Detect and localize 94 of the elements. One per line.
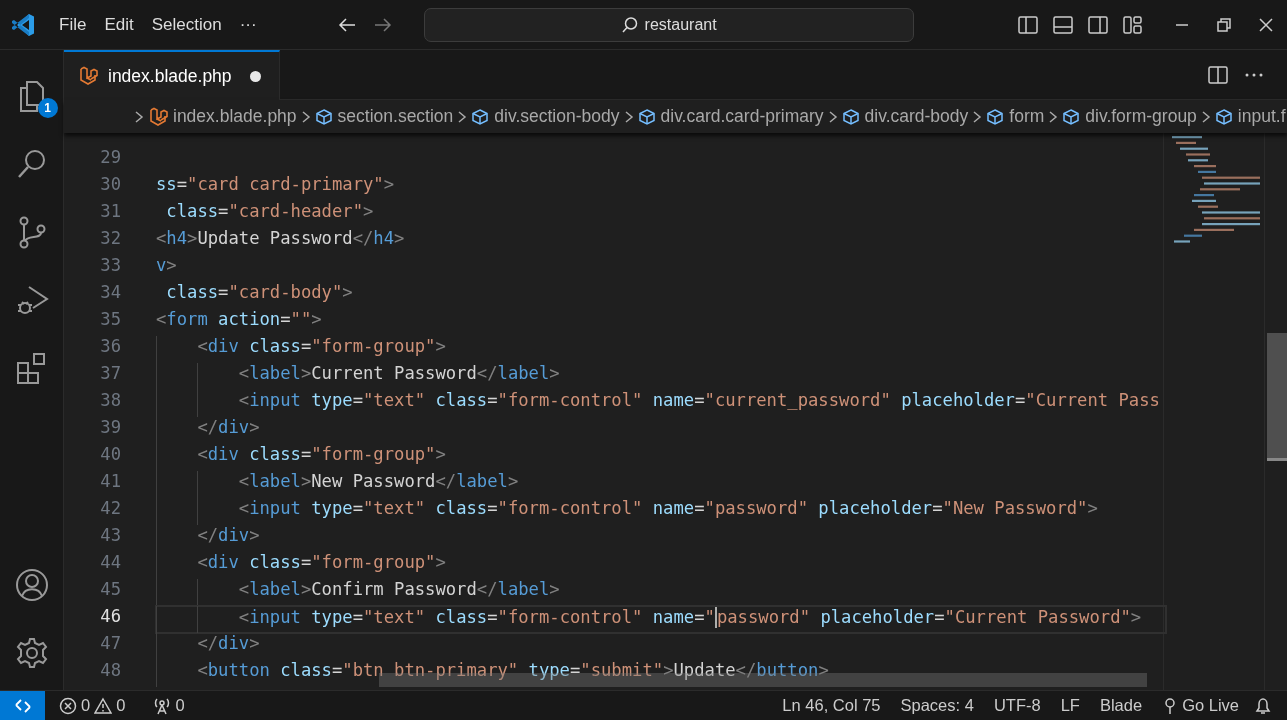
encoding[interactable]: UTF-8 xyxy=(987,696,1047,715)
menu-item[interactable]: Selection xyxy=(142,10,231,39)
scrollbar-thumb[interactable] xyxy=(1267,333,1287,458)
go-live-button[interactable]: Go Live xyxy=(1156,696,1245,715)
code-line: class="card-body"> xyxy=(165,282,354,304)
line-number: 38 xyxy=(99,390,121,412)
breadcrumb-item[interactable]: index.blade.php xyxy=(148,106,297,127)
settings-icon[interactable] xyxy=(14,636,49,670)
cube-icon xyxy=(1214,107,1233,126)
line-number: 34 xyxy=(99,282,121,304)
remote-button[interactable] xyxy=(0,690,45,720)
breadcrumb-item[interactable]: div.section-body xyxy=(471,106,620,127)
code-line: v> xyxy=(156,255,178,277)
line-number: 41 xyxy=(99,471,121,493)
editor-tab[interactable]: index.blade.php xyxy=(64,50,280,100)
file-type-icon xyxy=(78,66,98,86)
chevron-right-icon xyxy=(1048,109,1059,124)
close-icon[interactable] xyxy=(1257,15,1275,34)
warning-icon xyxy=(94,696,113,715)
cube-icon xyxy=(1062,107,1081,126)
code-line: <label>New Password</label> xyxy=(156,471,1166,498)
cursor-position[interactable]: Ln 46, Col 75 xyxy=(776,696,887,715)
code-line: </div> xyxy=(156,417,1166,444)
split-editor-icon[interactable] xyxy=(1207,63,1229,86)
code-line: <label>Confirm Password</label> xyxy=(156,579,1166,606)
breadcrumb-item[interactable]: div.card.card-primary xyxy=(637,106,824,127)
line-number: 46 xyxy=(99,606,121,628)
line-number: 47 xyxy=(99,633,121,655)
problems-indicator[interactable]: 0 0 xyxy=(53,696,132,715)
code-line: <div class="form-group"> xyxy=(156,444,1166,471)
line-number: 43 xyxy=(99,525,121,547)
file-type-icon xyxy=(148,106,168,127)
chevron-right-icon xyxy=(1200,109,1211,124)
code-line: <div class="form-group"> xyxy=(156,552,1166,579)
code-line: <h4>Update Password</h4> xyxy=(156,228,406,250)
notification-badge: 1 xyxy=(37,98,58,118)
chevron-right-icon xyxy=(300,109,311,124)
indentation[interactable]: Spaces: 4 xyxy=(894,696,980,715)
code-line: <input type="text" class="form-control" name="password" placeholder="Current Password"> xyxy=(156,606,1166,633)
toggle-secondary-sidebar-icon[interactable] xyxy=(1087,13,1109,36)
command-center-search[interactable]: restaurant xyxy=(423,7,914,42)
code-line: <form action=""> xyxy=(156,309,323,331)
line-number: 36 xyxy=(99,336,121,358)
line-number: 39 xyxy=(99,417,121,439)
code-line: <div class="form-group"> xyxy=(156,336,1166,363)
toggle-sidebar-icon[interactable] xyxy=(1017,13,1039,36)
line-number: 45 xyxy=(99,579,121,601)
chevron-right-icon xyxy=(972,109,983,124)
language-mode[interactable]: Blade xyxy=(1093,696,1149,715)
restore-icon[interactable] xyxy=(1215,15,1233,34)
line-number: 42 xyxy=(99,498,121,520)
menu-item[interactable]: ··· xyxy=(230,10,266,39)
error-icon xyxy=(59,696,77,715)
cube-icon xyxy=(314,107,333,126)
ports-indicator[interactable]: 0 xyxy=(147,696,191,715)
cube-icon xyxy=(986,107,1005,126)
code-line: <label>Current Password</label> xyxy=(156,363,1166,390)
code-line: </div> xyxy=(156,525,1166,552)
breadcrumb-item[interactable]: input.f xyxy=(1214,106,1286,127)
breadcrumb-item[interactable]: form xyxy=(986,106,1045,127)
code-line: class="card-header"> xyxy=(165,201,375,223)
chevron-right-icon xyxy=(623,109,634,124)
line-number: 32 xyxy=(99,228,121,250)
line-number: 48 xyxy=(99,660,121,682)
account-icon[interactable] xyxy=(14,568,49,602)
cube-icon xyxy=(841,107,860,126)
cube-icon xyxy=(471,107,490,126)
chevron-right-icon xyxy=(827,109,838,124)
bell-icon[interactable] xyxy=(1253,695,1273,716)
line-ending[interactable]: LF xyxy=(1054,696,1086,715)
app-logo-icon xyxy=(10,11,36,38)
cube-icon xyxy=(637,107,656,126)
code-line: </div> xyxy=(156,633,1166,660)
line-number: 29 xyxy=(99,147,121,169)
breadcrumb-item[interactable]: section.section xyxy=(314,106,454,127)
search-icon xyxy=(620,15,639,34)
menu-item[interactable]: File xyxy=(50,10,96,39)
breadcrumb-item[interactable]: div.card-body xyxy=(841,106,969,127)
chevron-right-icon xyxy=(457,109,468,124)
code-line: ss="card card-primary"> xyxy=(156,174,396,196)
line-number: 30 xyxy=(99,174,121,196)
line-number: 44 xyxy=(99,552,121,574)
layout-icon[interactable] xyxy=(1122,13,1144,36)
toggle-panel-icon[interactable] xyxy=(1052,13,1074,36)
line-number: 35 xyxy=(99,309,121,331)
line-number: 40 xyxy=(99,444,121,466)
code-line: <input type="text" class="form-control" name="current_password" placeholder="Current Pass xyxy=(156,390,1166,417)
code-line: <input type="text" class="form-control" name="password" placeholder="New Password"> xyxy=(156,498,1166,525)
line-number: 33 xyxy=(99,255,121,277)
menu-item[interactable]: Edit xyxy=(95,10,143,39)
chevron-right-icon xyxy=(134,109,144,124)
line-number: 37 xyxy=(99,363,121,385)
breadcrumb-item[interactable]: div.form-group xyxy=(1062,106,1197,127)
line-number: 31 xyxy=(99,201,121,223)
